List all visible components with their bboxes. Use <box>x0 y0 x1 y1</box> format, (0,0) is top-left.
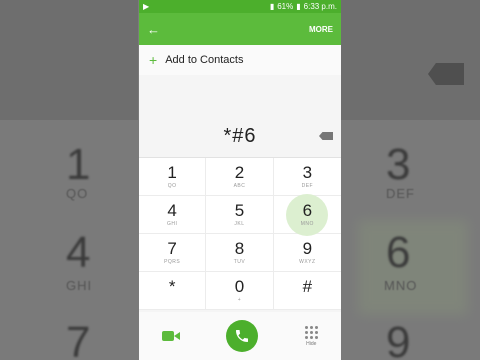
key-8[interactable]: 8 TUV <box>206 234 274 272</box>
key-digit: 7 <box>167 239 177 258</box>
key-digit: 1 <box>167 163 177 182</box>
key-letters: PQRS <box>164 259 181 265</box>
background-highlight <box>358 220 468 315</box>
background-digit: 3 <box>386 140 411 189</box>
background-digit: 4 <box>66 228 91 277</box>
dialed-number: *#6 <box>223 124 257 147</box>
battery-percent: 61% <box>277 2 294 11</box>
key-digit: 2 <box>234 163 245 182</box>
key-digit: 3 <box>302 163 313 182</box>
plus-icon: + <box>149 52 158 68</box>
key-letters: GHI <box>166 221 178 227</box>
signal-icon: ▮ <box>269 2 275 11</box>
call-button[interactable] <box>226 320 259 352</box>
video-call-icon[interactable] <box>162 330 181 342</box>
key-hash[interactable]: # <box>273 272 341 310</box>
background-digit: 7 <box>66 318 91 360</box>
battery-icon: ▮ <box>296 2 301 11</box>
key-letters: JKL <box>234 221 245 227</box>
key-letters: + <box>237 297 242 303</box>
key-9[interactable]: 9 WXYZ <box>273 234 341 272</box>
key-digit: 4 <box>167 201 177 220</box>
background-digit: 9 <box>386 318 411 360</box>
keypad: 1 QO 2 ABC 3 DEF 4 GHI 5 JKL 6 MNO 7 PQRS 8 TUV … <box>139 157 341 310</box>
key-1[interactable]: 1 QO <box>139 158 207 196</box>
key-6[interactable]: 6 MNO <box>273 193 341 236</box>
key-digit: # <box>302 277 313 296</box>
key-digit: * <box>168 277 176 296</box>
key-5[interactable]: 5 JKL <box>206 196 274 234</box>
background-sub: GHI <box>66 278 93 293</box>
more-button[interactable]: MORE <box>309 25 333 34</box>
key-letters: ABC <box>233 183 246 189</box>
key-4[interactable]: 4 GHI <box>139 196 207 234</box>
key-letters: DEF <box>301 183 314 189</box>
background-digit: 6 <box>386 228 411 277</box>
key-digit: 8 <box>234 239 245 258</box>
background-sub: DEF <box>386 186 415 201</box>
key-letters: TUV <box>233 259 246 265</box>
key-3[interactable]: 3 DEF <box>273 158 341 196</box>
background-sub: QO <box>66 186 89 201</box>
arrow-left-icon[interactable]: ← <box>147 22 160 37</box>
backspace-icon[interactable] <box>319 132 333 140</box>
key-digit: 0 <box>234 277 245 296</box>
status-bar: ▶ ▮ 61% ▮ 6:33 p.m. <box>139 0 341 13</box>
key-digit: 5 <box>234 201 245 220</box>
key-letters: QO <box>167 183 177 189</box>
status-time: 6:33 p.m. <box>303 2 337 11</box>
hide-label: Hide <box>306 340 317 347</box>
key-0[interactable]: 0 + <box>206 272 274 310</box>
app-bar: ← MORE <box>139 13 341 45</box>
key-letters: WXYZ <box>299 259 316 265</box>
hide-keypad-button[interactable]: Hide <box>304 325 318 347</box>
keypad-icon <box>304 325 318 339</box>
bottom-bar: Hide <box>139 312 341 360</box>
background-digit: 1 <box>66 140 91 189</box>
key-star[interactable]: * <box>139 272 207 310</box>
key-digit: 9 <box>302 239 313 258</box>
add-to-contacts-row[interactable]: + Add to Contacts <box>139 45 341 75</box>
phone-screen: ▶ ▮ 61% ▮ 6:33 p.m. ← MORE + Add to Cont… <box>139 0 341 360</box>
number-display: *#6 <box>139 117 341 155</box>
key-digit: 6 <box>302 201 313 220</box>
video-notification-icon: ▶ <box>143 2 150 11</box>
key-2[interactable]: 2 ABC <box>206 158 274 196</box>
key-letters: MNO <box>300 221 314 227</box>
background-sub: MNO <box>384 278 418 293</box>
key-7[interactable]: 7 PQRS <box>139 234 207 272</box>
phone-icon <box>236 330 249 342</box>
add-to-contacts-label: Add to Contacts <box>165 54 244 66</box>
